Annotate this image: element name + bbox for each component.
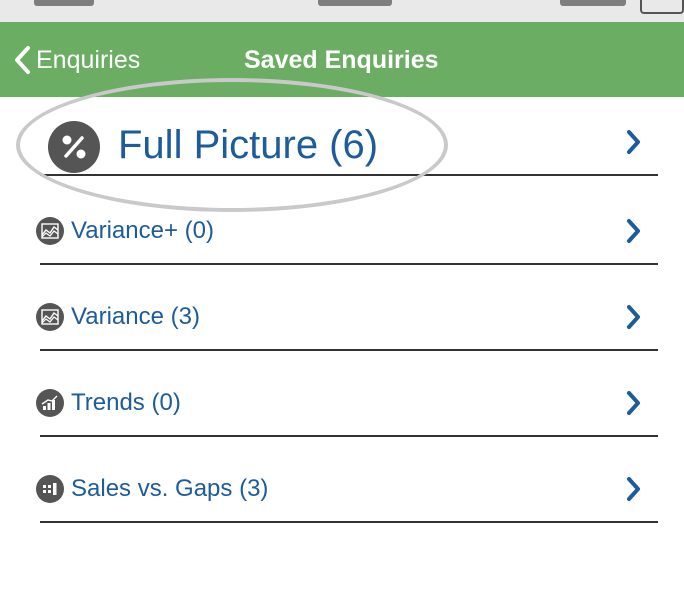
divider [40,521,658,523]
chevron-right-icon [626,218,642,249]
list-item-label: Sales vs. Gaps (3) [71,475,269,502]
navigation-bar: Enquiries Saved Enquiries [0,22,684,97]
status-indicators [560,0,626,6]
area-chart-icon [36,303,64,331]
divider [40,349,658,351]
status-time [318,0,392,6]
list-item-label: Trends (0) [71,389,181,416]
list-item-label: Full Picture (6) [118,123,379,167]
list-item-sales-vs-gaps[interactable]: Sales vs. Gaps (3) [0,447,684,519]
chevron-right-icon [626,476,642,507]
back-label: Enquiries [36,45,141,74]
chevron-left-icon [12,45,32,75]
trend-bars-icon [36,389,64,417]
status-signal [34,0,94,6]
status-bar [0,0,684,22]
chevron-right-icon [626,129,642,160]
divider [40,174,658,176]
back-button[interactable]: Enquiries [12,36,140,84]
list-item-trends[interactable]: Trends (0) [0,361,684,433]
area-chart-icon [36,217,64,245]
list-item-label: Variance (3) [71,303,200,330]
list-item-label: Variance+ (0) [71,217,214,244]
battery-icon [640,0,684,14]
bar-grid-icon [36,475,64,503]
percent-icon [48,121,100,173]
page-title: Saved Enquiries [244,46,439,74]
divider [40,263,658,265]
chevron-right-icon [626,304,642,335]
divider [40,435,658,437]
list-item-variance[interactable]: Variance (3) [0,275,684,347]
list-item-variance-plus[interactable]: Variance+ (0) [0,189,684,261]
chevron-right-icon [626,390,642,421]
